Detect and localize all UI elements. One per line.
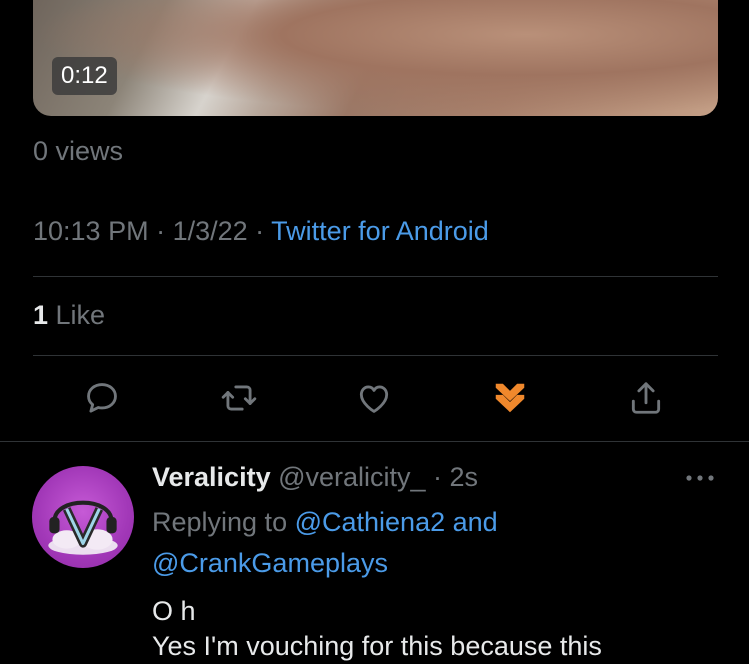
like-button[interactable] — [354, 378, 394, 418]
mention-link[interactable]: @CrankGameplays — [152, 548, 388, 578]
heart-icon — [359, 385, 389, 413]
reply-text-line: Yes I'm vouching for this because this — [152, 631, 602, 661]
tweet-time: 10:13 PM — [33, 216, 149, 246]
tweet-metadata: 10:13 PM · 1/3/22 · Twitter for Android — [33, 216, 489, 247]
reply-author-name[interactable]: Veralicity — [152, 462, 271, 492]
reply-text-line: O h — [152, 596, 196, 626]
avatar[interactable] — [32, 466, 134, 568]
replying-to: Replying to @Cathiena2 and @CrankGamepla… — [152, 502, 712, 584]
video-player[interactable]: 0:12 — [33, 0, 718, 116]
view-count: 0 views — [33, 136, 124, 166]
retweet-icon — [221, 385, 257, 411]
tweet-date: 1/3/22 — [172, 216, 248, 246]
mention-link[interactable]: @Cathiena2 — [295, 507, 446, 537]
replying-and: and — [445, 507, 498, 537]
reply-author-handle[interactable]: @veralicity_ — [271, 462, 425, 492]
video-duration-badge: 0:12 — [52, 57, 117, 95]
divider — [33, 355, 718, 356]
replying-prefix: Replying to — [152, 507, 295, 537]
divider — [0, 441, 749, 442]
likes-summary[interactable]: 1 Like — [33, 300, 105, 331]
share-button[interactable] — [626, 378, 666, 418]
meta-separator: · — [247, 216, 272, 246]
like-count: 1 — [33, 300, 49, 330]
tweet-source-link[interactable]: Twitter for Android — [271, 216, 489, 246]
reply-icon — [87, 383, 117, 413]
retweet-button[interactable] — [219, 378, 259, 418]
reply-button[interactable] — [82, 378, 122, 418]
headphones-logo-icon — [48, 500, 118, 555]
reply-header: Veralicity @veralicity_ · 2s — [152, 462, 478, 493]
more-icon — [686, 475, 714, 481]
like-label: Like — [48, 300, 106, 330]
more-options-button[interactable] — [684, 468, 716, 488]
tip-button[interactable] — [490, 378, 530, 418]
share-icon — [631, 382, 661, 414]
brave-tip-icon — [495, 383, 525, 413]
reply-timestamp: · 2s — [425, 462, 479, 492]
meta-separator: · — [148, 216, 173, 246]
divider — [33, 276, 718, 277]
